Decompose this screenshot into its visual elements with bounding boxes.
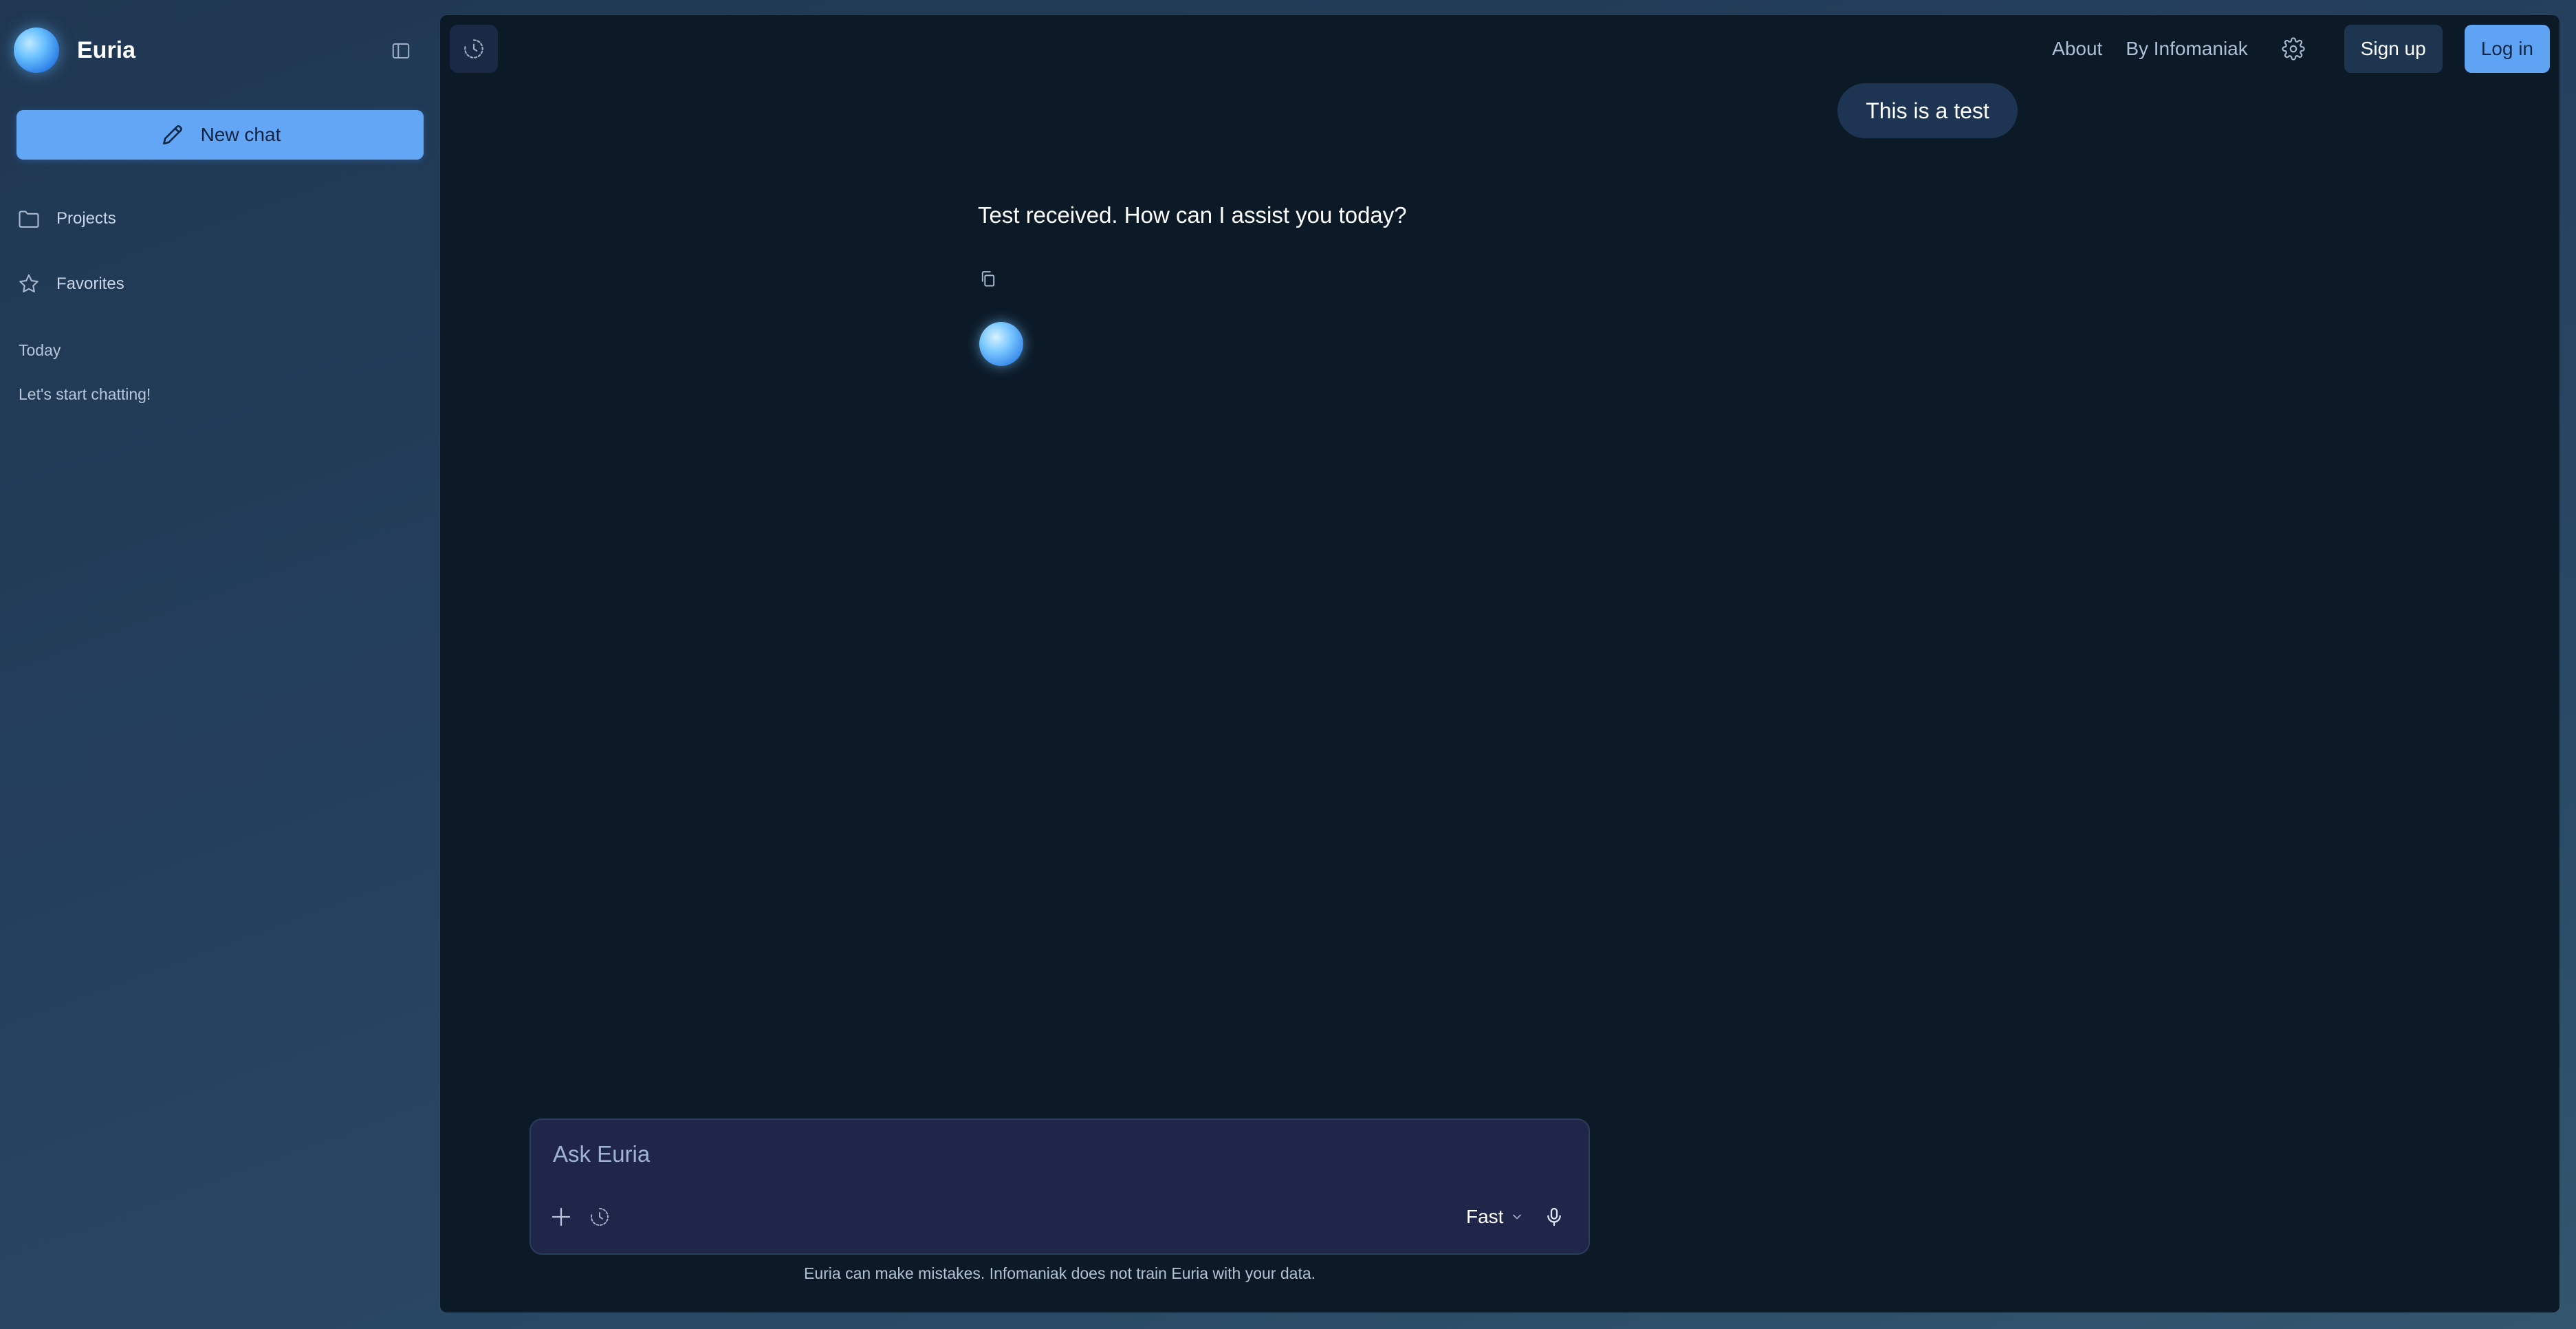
- gear-icon: [2282, 37, 2305, 61]
- new-chat-button[interactable]: New chat: [17, 110, 424, 160]
- history-clock-icon: [464, 39, 483, 58]
- prompt-input[interactable]: [553, 1136, 1557, 1172]
- disclaimer-text: Euria can make mistakes. Infomaniak does…: [803, 1264, 1316, 1282]
- chat-history-item[interactable]: Let's start chatting!: [19, 385, 151, 404]
- assistant-avatar: [979, 322, 1023, 366]
- microphone-icon: [1547, 1207, 1561, 1227]
- infomaniak-link[interactable]: By Infomaniak: [2126, 38, 2247, 60]
- sidebar-item-projects[interactable]: Projects: [17, 198, 415, 239]
- sidebar-item-label: Favorites: [56, 274, 124, 293]
- folder-icon: [19, 210, 39, 228]
- assistant-message: Test received. How can I assist you toda…: [978, 202, 1407, 228]
- sidebar-item-favorites[interactable]: Favorites: [17, 263, 415, 305]
- top-navigation: About By Infomaniak Sign up Log in: [2052, 25, 2550, 73]
- log-in-button[interactable]: Log in: [2464, 25, 2550, 73]
- history-clock-icon: [591, 1208, 609, 1226]
- euria-logo: [14, 28, 59, 73]
- app-name: Euria: [77, 36, 136, 63]
- temporary-chat-button[interactable]: [450, 25, 498, 73]
- brand[interactable]: Euria: [14, 28, 135, 73]
- copy-message-button[interactable]: [975, 266, 1001, 292]
- about-link[interactable]: About: [2052, 38, 2102, 60]
- settings-button[interactable]: [2273, 28, 2314, 69]
- pen-icon: [162, 125, 182, 145]
- sidebar: Euria New chat Projects Favorites Today …: [0, 0, 440, 1329]
- copy-icon: [981, 271, 995, 287]
- new-chat-label: New chat: [200, 124, 281, 145]
- sidebar-toggle-button[interactable]: [382, 36, 419, 66]
- sidebar-panel-icon: [392, 43, 410, 58]
- star-icon: [19, 274, 39, 293]
- chevron-down-icon: [1513, 1214, 1522, 1220]
- user-message: This is a test: [1837, 83, 2018, 138]
- attach-button[interactable]: [545, 1200, 578, 1233]
- section-today: Today: [19, 341, 61, 359]
- sign-up-button[interactable]: Sign up: [2344, 25, 2443, 73]
- model-select[interactable]: Fast: [1466, 1198, 1524, 1235]
- sidebar-item-label: Projects: [56, 209, 116, 228]
- voice-input-button[interactable]: [1536, 1198, 1572, 1235]
- model-select-value: Fast: [1466, 1206, 1504, 1227]
- plus-icon: [552, 1207, 571, 1227]
- composer: Fast: [530, 1119, 1590, 1255]
- temporary-mode-button[interactable]: [583, 1200, 616, 1233]
